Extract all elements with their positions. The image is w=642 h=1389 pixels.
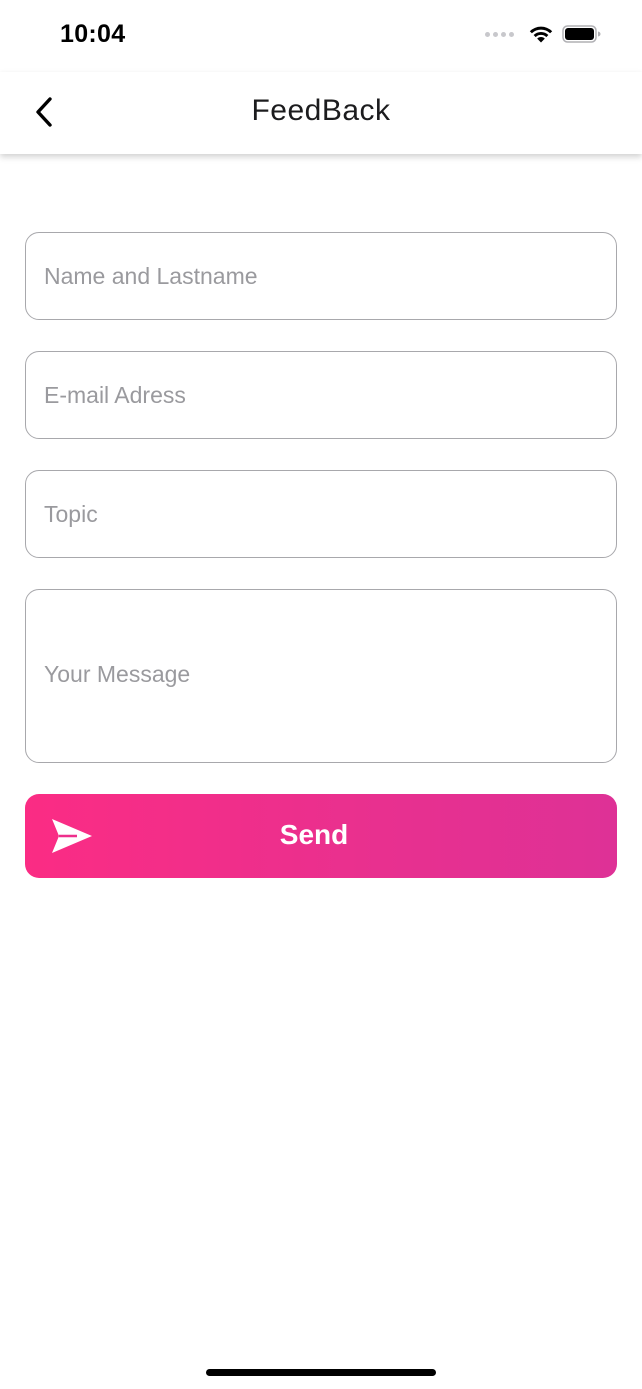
page-title: FeedBack (251, 94, 391, 127)
battery-icon (562, 25, 601, 43)
status-time: 10:04 (60, 20, 126, 48)
feedback-form: Send (25, 232, 617, 878)
name-input[interactable] (26, 233, 616, 319)
message-field-container (25, 589, 617, 763)
topic-field-container (25, 470, 617, 558)
send-button[interactable]: Send (25, 794, 617, 878)
name-field-container (25, 232, 617, 320)
email-field-container (25, 351, 617, 439)
home-indicator[interactable] (206, 1369, 436, 1376)
status-bar: 10:04 (0, 0, 642, 72)
topic-input[interactable] (26, 471, 616, 557)
email-input[interactable] (26, 352, 616, 438)
send-button-label: Send (279, 819, 349, 850)
cellular-signal-icon (485, 31, 514, 37)
wifi-icon (529, 26, 553, 43)
status-icons (485, 24, 602, 44)
nav-bar: FeedBack (0, 72, 642, 154)
message-input[interactable] (26, 590, 616, 762)
